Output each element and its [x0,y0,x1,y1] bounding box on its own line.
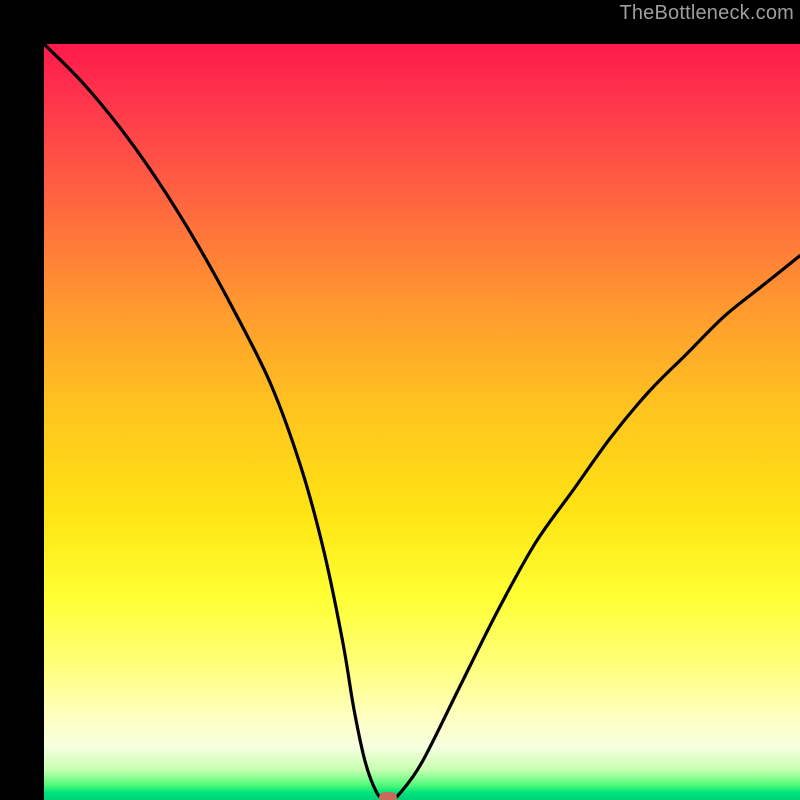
chart-frame [0,0,800,800]
optimum-marker [379,792,397,800]
curve-path [44,44,800,799]
watermark-text: TheBottleneck.com [619,2,794,25]
bottleneck-curve [44,44,800,800]
plot-area [44,44,800,800]
